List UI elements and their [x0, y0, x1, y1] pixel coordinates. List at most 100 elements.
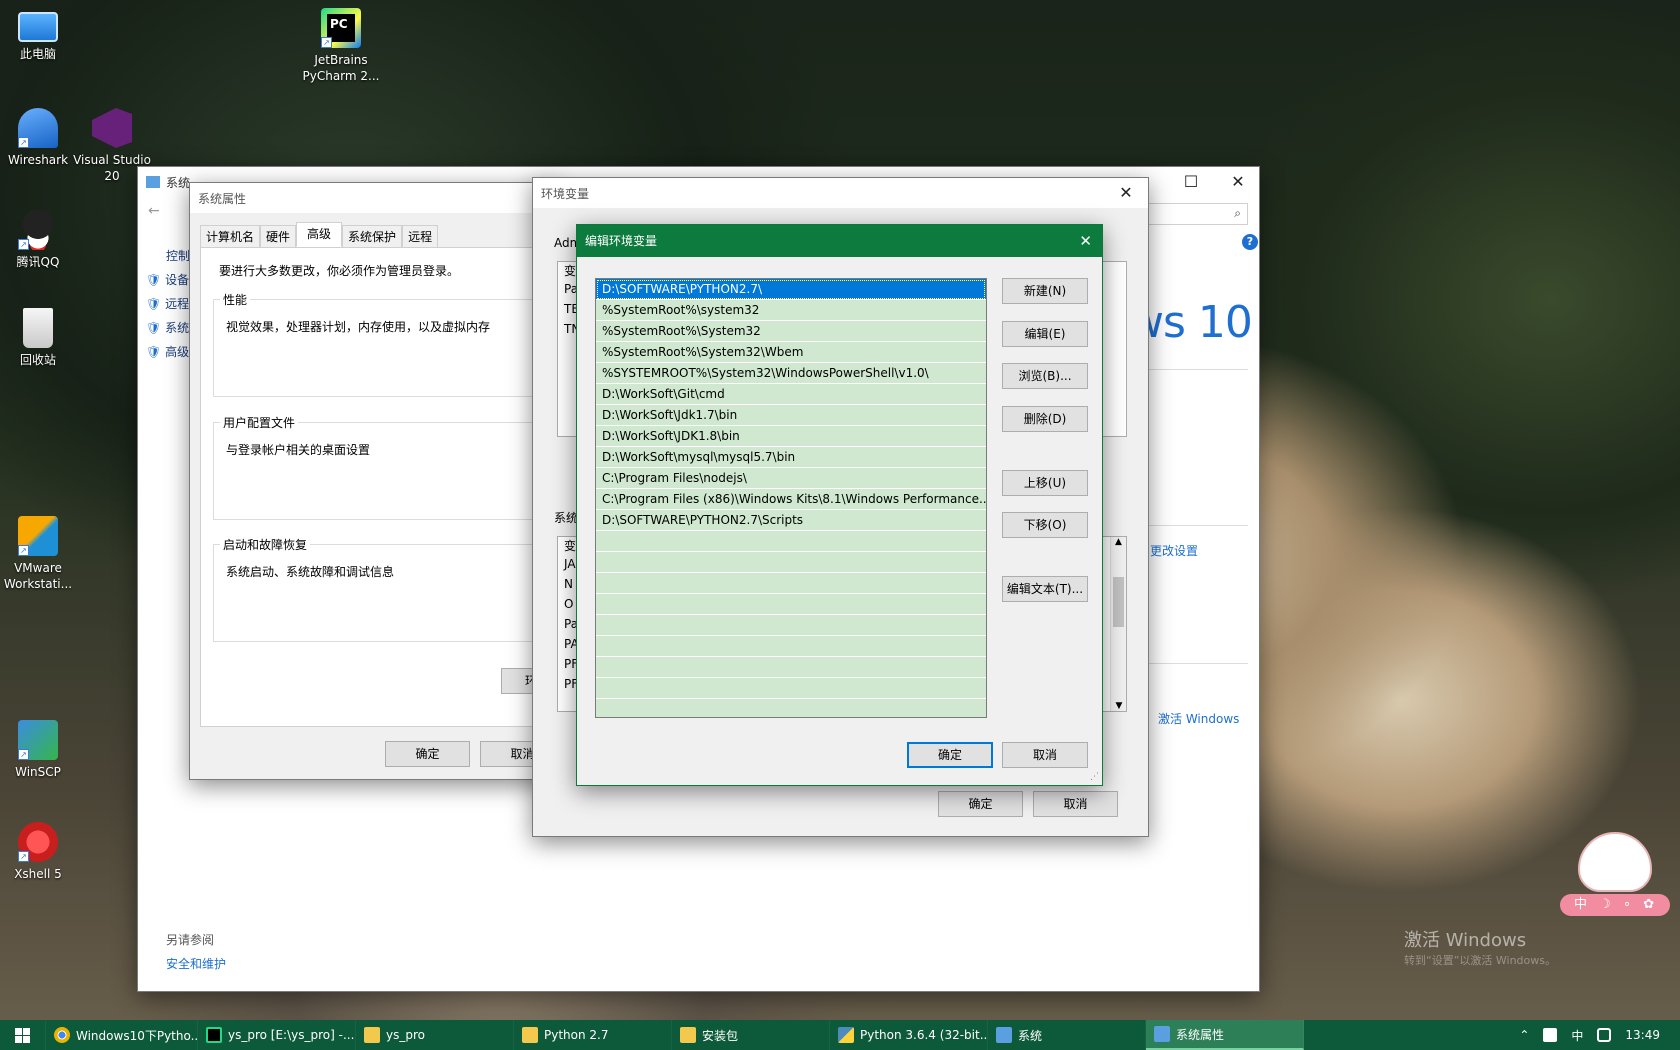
desktop-icon-winscp[interactable]: ↗ WinSCP — [0, 720, 78, 780]
list-item[interactable]: D:\SOFTWARE\PYTHON2.7\ — [596, 279, 986, 300]
list-item[interactable] — [596, 531, 986, 552]
list-item[interactable]: D:\WorkSoft\mysql\mysql5.7\bin — [596, 447, 986, 468]
change-settings-link[interactable]: 更改设置 — [1150, 542, 1198, 559]
ime-indicator[interactable]: 中 — [1571, 1027, 1583, 1044]
tab-advanced[interactable]: 高级 — [296, 222, 343, 247]
tab-system-protection[interactable]: 系统保护 — [342, 225, 403, 247]
start-button[interactable] — [0, 1020, 46, 1050]
desktop-icon-recycle-bin[interactable]: 回收站 — [0, 308, 78, 368]
browse-button[interactable]: 浏览(B)... — [1002, 363, 1088, 389]
activation-watermark: 激活 Windows — [1404, 930, 1527, 951]
user-profile-group: 用户配置文件 与登录帐户相关的桌面设置 — [213, 414, 543, 520]
list-item[interactable]: C:\Program Files\nodejs\ — [596, 468, 986, 489]
list-item[interactable] — [596, 699, 986, 717]
system-window-title: 系统 — [166, 175, 191, 190]
back-arrow-icon[interactable]: ← — [148, 203, 160, 219]
tab-computer-name[interactable]: 计算机名 — [200, 225, 261, 247]
list-item[interactable] — [596, 678, 986, 699]
taskbar-item-python27[interactable]: Python 2.7 — [514, 1020, 672, 1050]
shield-icon: 🛡 — [146, 345, 162, 359]
cancel-button[interactable]: 取消 — [1033, 791, 1118, 817]
taskbar-item-pycharm[interactable]: ys_pro [E:\ys_pro] -... — [198, 1020, 356, 1050]
edit-button[interactable]: 编辑(E) — [1002, 321, 1088, 347]
shield-icon: 🛡 — [146, 273, 162, 287]
list-item[interactable] — [596, 573, 986, 594]
tray-q-icon[interactable] — [1597, 1028, 1612, 1042]
search-box[interactable]: ⌕ — [1138, 203, 1248, 225]
list-item[interactable]: %SystemRoot%\System32 — [596, 321, 986, 342]
taskbar-item-system-props[interactable]: 系统属性 — [1146, 1020, 1304, 1050]
tab-remote[interactable]: 远程 — [402, 225, 439, 247]
tray-app-icon[interactable] — [1543, 1028, 1558, 1042]
desktop-icon-computer[interactable]: 此电脑 — [0, 8, 78, 62]
resize-grip-icon[interactable]: ⋰ — [1090, 772, 1100, 782]
tray-chevron-up-icon[interactable]: ⌃ — [1519, 1028, 1529, 1042]
edit-text-button[interactable]: 编辑文本(T)... — [1002, 576, 1088, 602]
performance-group: 性能 视觉效果，处理器计划，内存使用，以及虚拟内存 — [213, 291, 543, 397]
list-item[interactable] — [596, 615, 986, 636]
folder-icon — [364, 1027, 380, 1043]
list-item[interactable]: D:\SOFTWARE\PYTHON2.7\Scripts — [596, 510, 986, 531]
sidebar-link-system[interactable]: 🛡 系统 — [146, 319, 189, 343]
cat-sticker[interactable]: 中 ☽ ∘ ✿ — [1560, 832, 1670, 922]
sidebar-link-device[interactable]: 🛡 设备 — [146, 271, 189, 295]
delete-button[interactable]: 删除(D) — [1002, 406, 1088, 432]
close-button[interactable]: ✕ — [1079, 225, 1092, 257]
close-button[interactable]: ✕ — [1103, 178, 1149, 208]
scroll-thumb[interactable] — [1113, 577, 1124, 627]
desktop-icon-qq[interactable]: ↗ 腾讯QQ — [0, 210, 78, 270]
taskbar-item-python364[interactable]: Python 3.6.4 (32-bit... — [830, 1020, 988, 1050]
scroll-up-icon[interactable]: ▲ — [1111, 537, 1126, 547]
security-maintenance-link[interactable]: 安全和维护 — [166, 955, 226, 972]
taskbar-item-ys-pro[interactable]: ys_pro — [356, 1020, 514, 1050]
system-properties-titlebar[interactable]: 系统属性 — [190, 183, 558, 213]
control-panel-label: 控制 — [166, 249, 191, 263]
activate-windows-link[interactable]: 激活 Windows — [1158, 710, 1239, 727]
visual-studio-icon — [92, 108, 132, 148]
ok-button[interactable]: 确定 — [385, 741, 470, 767]
new-button[interactable]: 新建(N) — [1002, 278, 1088, 304]
sidebar-link-remote[interactable]: 🛡 远程 — [146, 295, 189, 319]
xshell-icon: ↗ — [18, 822, 58, 862]
tab-hardware[interactable]: 硬件 — [260, 225, 297, 247]
desktop-icon-vmware[interactable]: ↗ VMware Workstati... — [0, 516, 78, 592]
taskbar-item-packages[interactable]: 安装包 — [672, 1020, 830, 1050]
list-item[interactable]: D:\WorkSoft\Git\cmd — [596, 384, 986, 405]
list-item[interactable] — [596, 636, 986, 657]
maximize-button[interactable]: ☐ — [1168, 167, 1214, 197]
system-tray: ⌃ 中 13:49 — [1519, 1020, 1680, 1050]
move-down-button[interactable]: 下移(O) — [1002, 512, 1088, 538]
help-icon[interactable]: ? — [1242, 234, 1258, 250]
system-properties-dialog: 系统属性 计算机名 硬件 高级 系统保护 远程 要进行大多数更改，你必须作为管理… — [189, 182, 565, 780]
list-item[interactable]: C:\Program Files (x86)\Windows Kits\8.1\… — [596, 489, 986, 510]
env-vars-titlebar[interactable]: 环境变量 ✕ — [533, 178, 1148, 208]
taskbar-item-chrome[interactable]: Windows10下Pytho... — [46, 1020, 198, 1050]
admin-note: 要进行大多数更改，你必须作为管理员登录。 — [219, 264, 460, 278]
activation-watermark-sub: 转到“设置”以激活 Windows。 — [1404, 954, 1556, 967]
edit-env-titlebar[interactable]: 编辑环境变量 ✕ — [577, 225, 1102, 257]
ime-toolbar[interactable]: 中 ☽ ∘ ✿ — [1560, 894, 1670, 916]
list-item[interactable]: %SystemRoot%\System32\Wbem — [596, 342, 986, 363]
scroll-down-icon[interactable]: ▼ — [1111, 701, 1127, 711]
taskbar-item-system[interactable]: 系统 — [988, 1020, 1146, 1050]
list-item[interactable] — [596, 657, 986, 678]
desktop-icon-wireshark[interactable]: ↗ Wireshark — [0, 108, 78, 168]
desktop-icon-xshell[interactable]: ↗ Xshell 5 — [0, 822, 78, 882]
ok-button[interactable]: 确定 — [907, 742, 993, 768]
list-item[interactable]: D:\WorkSoft\Jdk1.7\bin — [596, 405, 986, 426]
cat-face-icon — [1578, 832, 1652, 892]
folder-icon — [680, 1027, 696, 1043]
list-item[interactable]: D:\WorkSoft\JDK1.8\bin — [596, 426, 986, 447]
sidebar-link-advanced[interactable]: 🛡 高级 — [146, 343, 189, 367]
list-item[interactable] — [596, 552, 986, 573]
list-item[interactable]: %SystemRoot%\system32 — [596, 300, 986, 321]
list-item[interactable] — [596, 594, 986, 615]
list-item[interactable]: %SYSTEMROOT%\System32\WindowsPowerShell\… — [596, 363, 986, 384]
clock[interactable]: 13:49 — [1625, 1028, 1660, 1042]
cancel-button[interactable]: 取消 — [1002, 742, 1088, 768]
move-up-button[interactable]: 上移(U) — [1002, 470, 1088, 496]
ok-button[interactable]: 确定 — [938, 791, 1023, 817]
close-button[interactable]: ✕ — [1215, 167, 1261, 197]
desktop-icon-pycharm[interactable]: PC ↗ JetBrains PyCharm 2... — [301, 8, 381, 84]
scrollbar[interactable]: ▲ ▼ — [1110, 537, 1126, 711]
